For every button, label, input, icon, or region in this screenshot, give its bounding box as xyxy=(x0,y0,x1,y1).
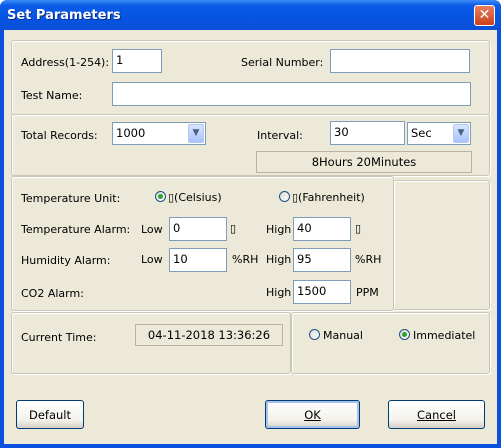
manual-label[interactable]: Manual xyxy=(323,329,363,342)
hum-high-input[interactable]: 95 xyxy=(293,248,351,272)
time-mode-panel xyxy=(291,312,490,374)
interval-input[interactable]: 30 xyxy=(330,121,405,145)
humidity-alarm-label: Humidity Alarm: xyxy=(21,254,111,267)
temp-low-input[interactable]: 0 xyxy=(169,217,227,241)
default-button-label: Default xyxy=(28,408,72,422)
close-icon: ✕ xyxy=(478,7,491,23)
hum-low-label: Low xyxy=(141,253,163,266)
window-title: Set Parameters xyxy=(7,8,121,23)
address-input[interactable]: 1 xyxy=(112,49,162,73)
temperature-alarm-label: Temperature Alarm: xyxy=(21,223,131,236)
current-time-label: Current Time: xyxy=(21,331,97,344)
current-time-display: 04-11-2018 13:36:26 xyxy=(135,324,283,346)
interval-label: Interval: xyxy=(257,129,303,142)
co2-high-label: High xyxy=(266,286,292,299)
temp-low-unit: ▯ xyxy=(230,222,237,235)
side-blank-panel xyxy=(393,180,490,310)
temp-high-unit: ▯ xyxy=(355,222,362,235)
cancel-button[interactable]: Cancel xyxy=(388,400,485,429)
temp-high-label: High xyxy=(266,223,292,236)
temperature-unit-label: Temperature Unit: xyxy=(21,192,121,205)
ok-button-label: OK xyxy=(304,408,321,422)
celsius-radio[interactable] xyxy=(155,191,166,202)
chevron-down-icon[interactable]: ▼ xyxy=(453,124,469,143)
serial-number-label: Serial Number: xyxy=(241,56,324,69)
dialog-window: Set Parameters ✕ Address(1-254): 1 Seria… xyxy=(0,0,501,448)
chevron-down-icon[interactable]: ▼ xyxy=(188,124,204,143)
temp-low-label: Low xyxy=(141,223,163,236)
serial-number-input[interactable] xyxy=(330,49,470,73)
dialog-body: Address(1-254): 1 Serial Number: Test Na… xyxy=(4,30,497,444)
hum-low-unit: %RH xyxy=(232,253,259,266)
manual-radio[interactable] xyxy=(309,329,320,340)
fahrenheit-radio[interactable] xyxy=(279,191,290,202)
total-records-label: Total Records: xyxy=(21,129,98,142)
hum-low-input[interactable]: 10 xyxy=(169,248,227,272)
address-label: Address(1-254): xyxy=(21,56,110,69)
cancel-button-label: Cancel xyxy=(417,408,456,422)
interval-unit-select[interactable]: Sec ▼ xyxy=(407,122,471,145)
total-records-select[interactable]: 1000 ▼ xyxy=(112,122,206,145)
immediate-radio[interactable] xyxy=(399,329,410,340)
hum-high-unit: %RH xyxy=(355,253,382,266)
test-name-label: Test Name: xyxy=(21,89,83,102)
title-bar[interactable]: Set Parameters ✕ xyxy=(0,0,501,30)
total-records-value: 1000 xyxy=(116,126,146,140)
duration-display: 8Hours 20Minutes xyxy=(256,151,472,173)
interval-unit-value: Sec xyxy=(411,126,432,140)
immediate-label[interactable]: Immediatel xyxy=(413,329,475,342)
co2-high-input[interactable]: 1500 xyxy=(293,280,351,304)
hum-high-label: High xyxy=(266,253,292,266)
co2-alarm-label: CO2 Alarm: xyxy=(21,287,84,300)
close-button[interactable]: ✕ xyxy=(474,5,495,26)
test-name-input[interactable] xyxy=(112,82,471,106)
temp-high-input[interactable]: 40 xyxy=(293,217,351,241)
ok-button[interactable]: OK xyxy=(265,400,360,429)
co2-unit: PPM xyxy=(356,286,379,299)
fahrenheit-label[interactable]: ▯(Fahrenheit) xyxy=(292,191,365,204)
celsius-label[interactable]: ▯(Celsius) xyxy=(168,191,222,204)
default-button[interactable]: Default xyxy=(16,400,84,429)
